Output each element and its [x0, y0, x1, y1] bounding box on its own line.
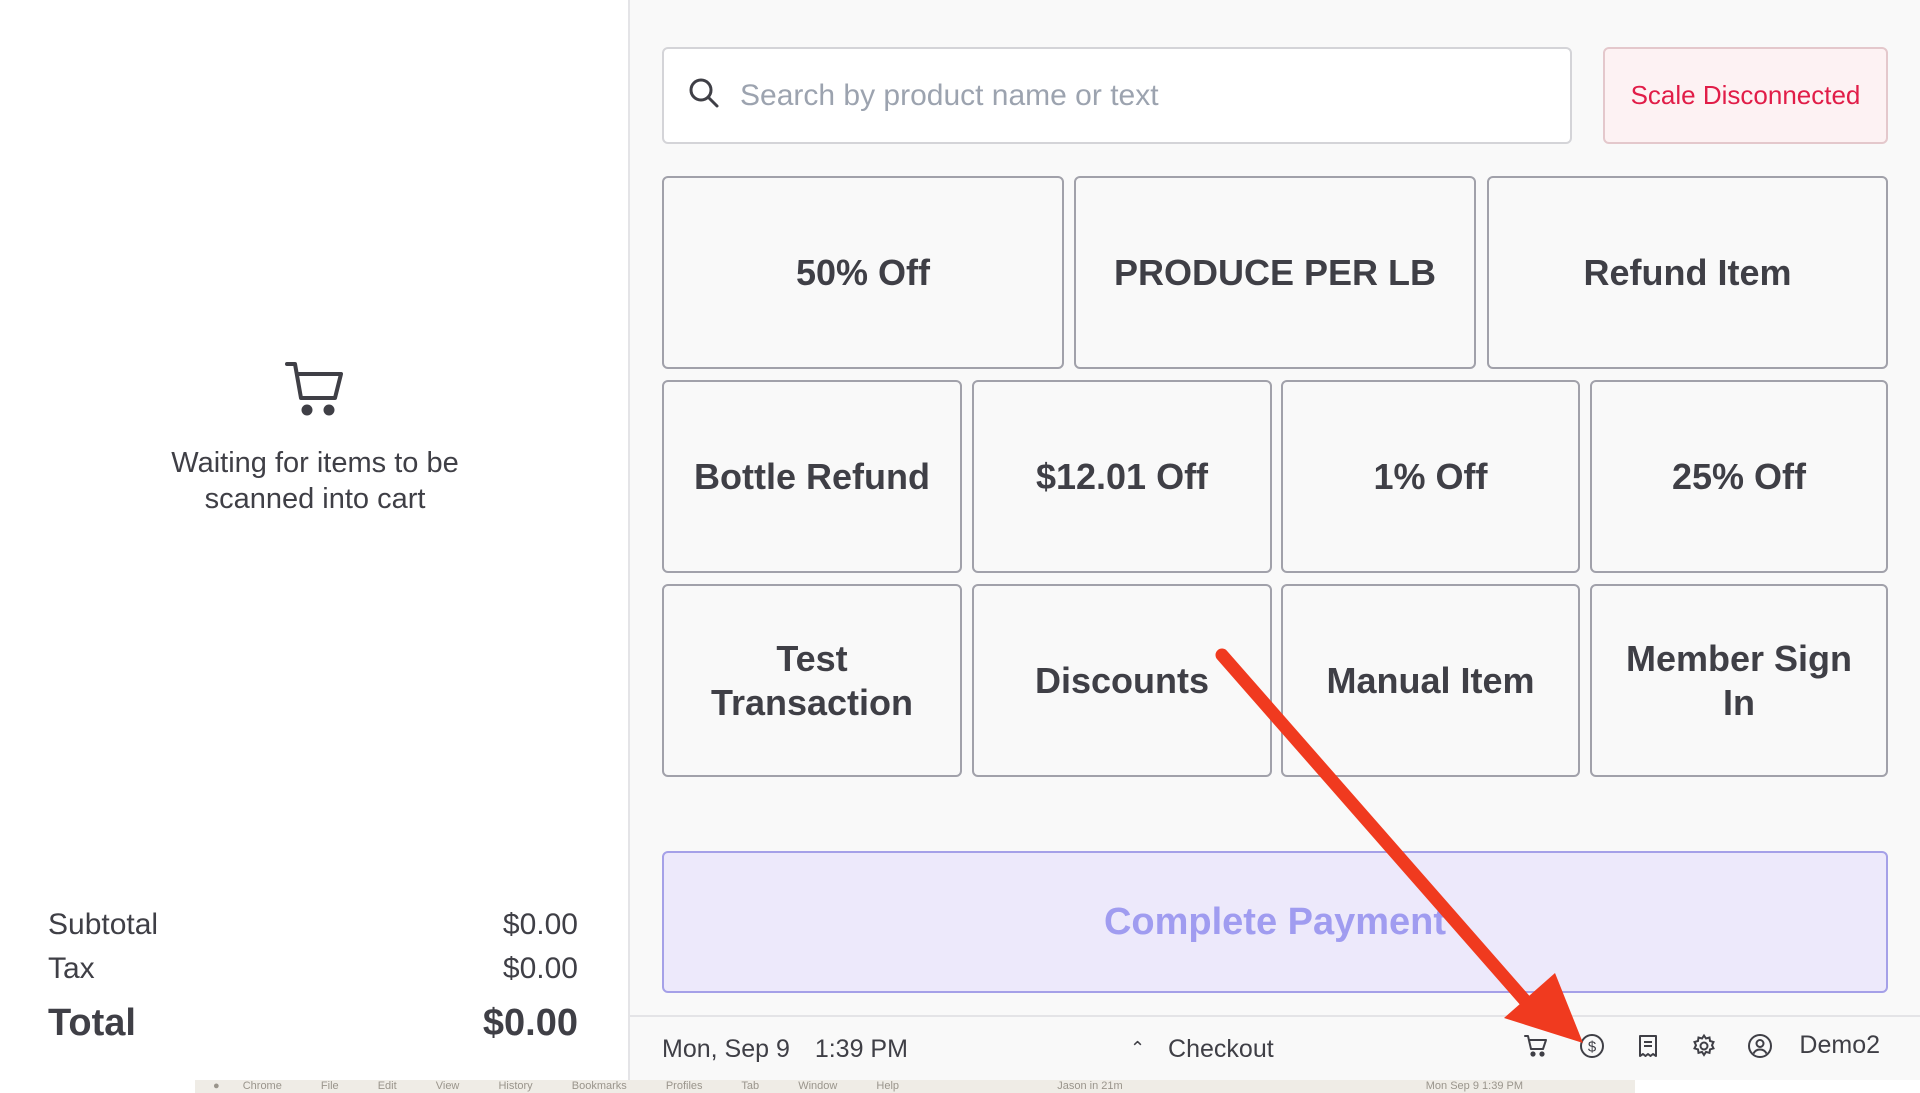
subtotal-label: Subtotal [48, 908, 159, 941]
search-input[interactable] [738, 77, 1570, 114]
os-menu-history[interactable]: History [498, 1080, 532, 1092]
subtotal-row: Subtotal $0.00 [48, 903, 578, 947]
cart-pane: Waiting for items to be scanned into car… [0, 0, 630, 1080]
complete-payment-button[interactable]: Complete Payment [662, 851, 1888, 993]
time-text: 1:39 PM [814, 1035, 908, 1063]
tile-25-percent-off[interactable]: 25% Off [1590, 380, 1888, 573]
os-menu-file[interactable]: File [321, 1080, 339, 1092]
tile-test-transaction[interactable]: Test Transaction [662, 584, 962, 777]
os-calendar-reminder[interactable]: Jason in 21m [1057, 1080, 1122, 1092]
tax-label: Tax [48, 952, 95, 985]
tile-discounts[interactable]: Discounts [972, 584, 1272, 777]
os-menu-tab[interactable]: Tab [741, 1080, 759, 1092]
cart-totals: Subtotal $0.00 Tax $0.00 Total $0.00 [48, 903, 578, 1045]
os-status-area: Jason in 21m Mon Sep 9 1:39 PM [1057, 1080, 1559, 1093]
checkout-label: Checkout [1168, 1035, 1274, 1063]
user-name[interactable]: Demo2 [1799, 1031, 1880, 1060]
total-value: $0.00 [482, 1002, 578, 1044]
os-clock[interactable]: Mon Sep 9 1:39 PM [1426, 1080, 1523, 1092]
datetime: Mon, Sep 9 1:39 PM [662, 1035, 908, 1064]
os-menu-profiles[interactable]: Profiles [666, 1080, 703, 1092]
os-menu-chrome[interactable]: Chrome [243, 1080, 282, 1092]
total-label: Total [48, 1002, 136, 1044]
os-menu-view[interactable]: View [436, 1080, 460, 1092]
tile-1-percent-off[interactable]: 1% Off [1281, 380, 1580, 573]
os-menu-window[interactable]: Window [798, 1080, 837, 1092]
tile-bottle-refund[interactable]: Bottle Refund [662, 380, 962, 573]
empty-cart-message: Waiting for items to be scanned into car… [171, 447, 459, 515]
gear-icon[interactable] [1691, 1033, 1717, 1059]
tile-produce-per-lb[interactable]: PRODUCE PER LB [1074, 176, 1476, 369]
dollar-circle-icon[interactable]: $ [1579, 1033, 1605, 1059]
statusbar-actions: $ Demo2 [1493, 1031, 1880, 1060]
tile-refund-item[interactable]: Refund Item [1487, 176, 1888, 369]
date-text: Mon, Sep 9 [662, 1035, 790, 1063]
apple-icon: ● [213, 1080, 220, 1092]
receipt-icon[interactable] [1635, 1033, 1661, 1059]
tile-50-percent-off[interactable]: 50% Off [662, 176, 1064, 369]
tax-row: Tax $0.00 [48, 947, 578, 991]
total-row: Total $0.00 [48, 1001, 578, 1045]
cart-icon[interactable] [1523, 1033, 1549, 1059]
chevron-up-icon: ⌃ [1130, 1038, 1146, 1058]
tile-member-sign-in[interactable]: Member Sign In [1590, 584, 1888, 777]
status-bar: Mon, Sep 9 1:39 PM ⌃ Checkout $ Demo2 [630, 1015, 1920, 1080]
main-pane: Scale Disconnected 50% Off PRODUCE PER L… [630, 0, 1920, 1080]
tile-12-01-off[interactable]: $12.01 Off [972, 380, 1272, 573]
os-menubar: ● Chrome File Edit View History Bookmark… [195, 1080, 1635, 1093]
os-menu-edit[interactable]: Edit [378, 1080, 397, 1092]
search-icon [688, 77, 720, 114]
empty-cart-state: Waiting for items to be scanned into car… [0, 358, 630, 517]
os-menu-help[interactable]: Help [876, 1080, 899, 1092]
tax-value: $0.00 [502, 952, 578, 985]
os-menu-bookmarks[interactable]: Bookmarks [572, 1080, 627, 1092]
user-circle-icon[interactable] [1747, 1033, 1773, 1059]
subtotal-value: $0.00 [502, 908, 578, 941]
checkout-toggle[interactable]: ⌃ Checkout [1130, 1035, 1274, 1064]
tile-manual-item[interactable]: Manual Item [1281, 584, 1580, 777]
svg-text:$: $ [1588, 1038, 1597, 1055]
search-box[interactable] [662, 47, 1572, 144]
scale-status-button[interactable]: Scale Disconnected [1603, 47, 1888, 144]
shopping-cart-icon [283, 358, 347, 422]
